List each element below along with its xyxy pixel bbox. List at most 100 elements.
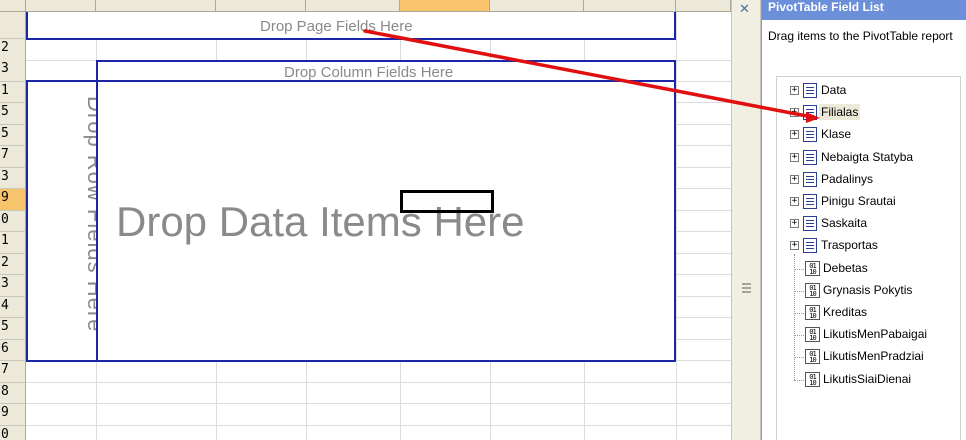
- field-label: Grynasis Pokytis: [823, 282, 913, 297]
- column-field-drop-label: Drop Column Fields Here: [284, 64, 454, 81]
- field-item-grynasis-pokytis[interactable]: 01 10 Grynasis Pokytis: [777, 280, 960, 302]
- page-field-drop-label: Drop Page Fields Here: [260, 18, 413, 35]
- row-header[interactable]: 9: [0, 189, 26, 211]
- field-label: LikutisMenPradziai: [823, 349, 924, 364]
- field-label: Klase: [821, 127, 852, 142]
- data-item-drop-zone[interactable]: Drop Data Items Here: [96, 80, 676, 362]
- measure-icon: 01 10: [805, 349, 820, 365]
- field-label: Filialas: [819, 104, 861, 121]
- pane-description: Drag items to the PivotTable report: [768, 29, 953, 43]
- expand-icon[interactable]: +: [790, 86, 799, 95]
- expand-icon[interactable]: +: [790, 130, 799, 140]
- row-header[interactable]: 8: [0, 382, 26, 404]
- field-item-klase[interactable]: + Klase: [777, 124, 960, 146]
- row-header[interactable]: 5: [0, 318, 26, 340]
- row-header[interactable]: 0: [0, 425, 26, 440]
- dimension-icon: [803, 83, 817, 98]
- column-header[interactable]: [216, 0, 306, 12]
- field-item-nebaigta-statyba[interactable]: + Nebaigta Statyba: [777, 147, 960, 169]
- dimension-icon: [803, 127, 817, 143]
- field-label: Nebaigta Statyba: [821, 149, 914, 164]
- row-header[interactable]: 7: [0, 146, 26, 168]
- field-item-trasportas[interactable]: + Trasportas: [777, 235, 960, 257]
- select-all-corner[interactable]: [0, 0, 26, 12]
- column-field-drop-zone[interactable]: Drop Column Fields Here: [96, 60, 676, 82]
- row-header[interactable]: 6: [0, 339, 26, 361]
- expand-icon[interactable]: +: [790, 152, 799, 162]
- row-header[interactable]: 3: [0, 275, 26, 297]
- row-header[interactable]: [0, 12, 26, 39]
- pivot-field-list-pane: PivotTable Field List Drag items to the …: [761, 0, 966, 440]
- column-header[interactable]: [306, 0, 400, 12]
- field-label: Data: [821, 83, 847, 97]
- dimension-icon: [803, 238, 817, 254]
- field-item-debetas[interactable]: 01 10 Debetas: [777, 258, 960, 280]
- row-header[interactable]: 4: [0, 296, 26, 318]
- expand-icon[interactable]: +: [790, 174, 799, 184]
- row-header[interactable]: 1: [0, 81, 26, 103]
- expand-icon[interactable]: +: [790, 197, 799, 206]
- measure-icon: 01 10: [805, 327, 820, 343]
- dimension-icon: [803, 105, 817, 121]
- tree-connector: [794, 253, 796, 380]
- worksheet-grid[interactable]: 2315573901234567890 Drop Page Fields Her…: [0, 0, 731, 440]
- field-item-padalinys[interactable]: + Padalinys: [777, 169, 960, 191]
- field-label: Saskaita: [821, 216, 868, 231]
- field-item-data[interactable]: + Data: [777, 80, 960, 102]
- field-label: Debetas: [823, 260, 868, 275]
- gridline-horizontal: [26, 424, 731, 426]
- row-header[interactable]: 0: [0, 210, 26, 232]
- field-item-pinigu-srautai[interactable]: + Pinigu Srautai: [777, 191, 960, 213]
- column-header[interactable]: [584, 0, 676, 12]
- splitter-grip[interactable]: [742, 283, 751, 297]
- gridline-horizontal: [26, 403, 731, 404]
- row-header[interactable]: 2: [0, 39, 26, 61]
- row-header[interactable]: 3: [0, 167, 26, 189]
- row-header[interactable]: 5: [0, 124, 26, 146]
- measure-icon: 01 10: [805, 371, 820, 387]
- row-header[interactable]: 2: [0, 253, 26, 275]
- field-item-saskaita[interactable]: + Saskaita: [777, 213, 960, 235]
- pane-title[interactable]: PivotTable Field List: [762, 0, 966, 20]
- field-item-likutismenpabaigai[interactable]: 01 10 LikutisMenPabaigai: [777, 324, 960, 346]
- column-header[interactable]: [676, 0, 731, 12]
- column-header[interactable]: [400, 0, 490, 12]
- field-item-kreditas[interactable]: 01 10 Kreditas: [777, 302, 960, 324]
- field-item-likutissiaidienai[interactable]: 01 10 LikutisSiaiDienai: [777, 369, 960, 391]
- expand-icon[interactable]: +: [790, 241, 799, 251]
- field-list[interactable]: + Data + Filialas + Klase + Nebaigta Statyba + Pa…: [776, 76, 961, 440]
- field-label: Trasportas: [821, 238, 878, 253]
- field-label: LikutisSiaiDienai: [823, 371, 912, 386]
- dimension-icon: [803, 171, 817, 187]
- field-label: Pinigu Srautai: [821, 194, 896, 208]
- column-header[interactable]: [490, 0, 584, 12]
- expand-icon[interactable]: +: [790, 219, 799, 229]
- gridline-horizontal: [26, 381, 731, 383]
- field-item-likutismenpradziai[interactable]: 01 10 LikutisMenPradziai: [777, 346, 960, 368]
- column-header[interactable]: [96, 0, 216, 12]
- row-header[interactable]: 5: [0, 103, 26, 125]
- tree-connector: [794, 379, 804, 382]
- measure-icon: 01 10: [805, 305, 820, 320]
- row-header[interactable]: 3: [0, 60, 26, 82]
- field-label: Kreditas: [823, 305, 868, 319]
- column-header[interactable]: [26, 0, 96, 12]
- dimension-icon: [803, 216, 817, 232]
- row-header[interactable]: 9: [0, 404, 26, 426]
- row-field-drop-zone[interactable]: Drop Row Fields Here: [26, 80, 108, 362]
- active-cell-cursor[interactable]: [400, 190, 494, 213]
- gridline-vertical: [676, 12, 677, 440]
- row-header[interactable]: 1: [0, 232, 26, 254]
- pane-splitter[interactable]: ✕: [731, 0, 761, 440]
- field-label: LikutisMenPabaigai: [823, 327, 928, 342]
- page-field-drop-zone[interactable]: Drop Page Fields Here: [26, 12, 676, 40]
- row-header[interactable]: 7: [0, 361, 26, 383]
- dimension-icon: [803, 194, 817, 209]
- measure-icon: 01 10: [805, 282, 820, 298]
- field-label: Padalinys: [821, 171, 874, 186]
- field-item-filialas[interactable]: + Filialas: [777, 102, 960, 124]
- expand-icon[interactable]: +: [790, 108, 799, 118]
- close-pane-icon[interactable]: ✕: [739, 2, 750, 17]
- dimension-icon: [803, 149, 817, 165]
- measure-icon: 01 10: [805, 260, 820, 276]
